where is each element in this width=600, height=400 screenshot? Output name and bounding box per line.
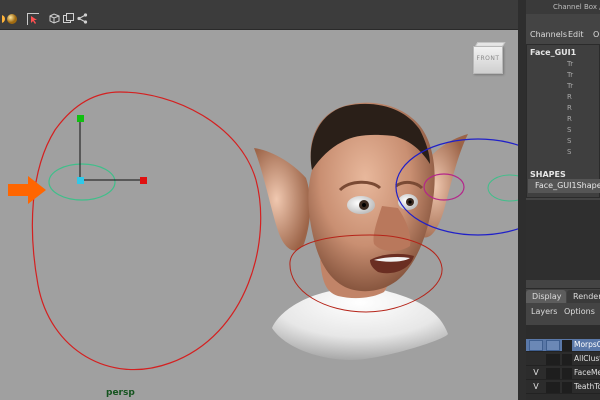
select-icon[interactable] <box>27 13 39 25</box>
layer-display-type-toggle[interactable] <box>546 382 560 393</box>
channel-list: Face_GUI1 Tr Tr Tr R R R S S S SHAPES Fa… <box>526 44 600 198</box>
layer-name: FaceMe <box>574 368 600 377</box>
layer-visibility-toggle[interactable]: V <box>529 382 543 393</box>
layer-row[interactable]: V FaceMe <box>526 367 600 380</box>
layer-row[interactable]: MorpsC <box>526 339 600 352</box>
layer-visibility-toggle[interactable] <box>529 340 543 351</box>
layer-editor: Display Render Layers Options MorpsC All… <box>526 288 600 400</box>
layer-row[interactable]: AllClust <box>526 353 600 366</box>
layer-color-swatch[interactable] <box>562 354 572 365</box>
attribute-row[interactable]: S <box>567 126 571 134</box>
channel-box-empty-area <box>526 200 600 280</box>
panel-splitter[interactable] <box>518 0 526 400</box>
attribute-row[interactable]: R <box>567 104 572 112</box>
layer-display-type-toggle[interactable] <box>546 354 560 365</box>
layer-color-swatch[interactable] <box>562 382 572 393</box>
shape-node-row[interactable]: Face_GUI1Shape <box>528 179 600 193</box>
layer-name: MorpsC <box>574 340 600 349</box>
menu-edit[interactable]: Edit <box>568 30 584 39</box>
layer-display-type-toggle[interactable] <box>546 368 560 379</box>
maya-window: FRONT persp Channel Box / L Channels Edi… <box>0 0 600 400</box>
layer-row[interactable]: V TeathTo <box>526 381 600 394</box>
cube-icon[interactable] <box>49 13 61 25</box>
attribute-row[interactable]: Tr <box>567 71 573 79</box>
perspective-viewport[interactable]: FRONT persp <box>0 30 518 400</box>
toolbar <box>0 0 520 30</box>
tab-render[interactable]: Render <box>567 290 600 303</box>
layer-color-swatch[interactable] <box>562 340 572 351</box>
channel-box-panel: Channel Box / L Channels Edit Ol Face_GU… <box>526 0 600 290</box>
eye-rig-right-ring[interactable] <box>487 174 518 202</box>
tab-display[interactable]: Display <box>526 290 566 303</box>
layer-color-swatch[interactable] <box>562 368 572 379</box>
group-icon[interactable] <box>63 13 75 25</box>
attribute-row[interactable]: R <box>567 115 572 123</box>
shapes-header: SHAPES <box>530 170 566 179</box>
menu-layers[interactable]: Layers <box>531 307 557 316</box>
share-icon[interactable] <box>77 13 89 25</box>
layer-visibility-toggle[interactable] <box>529 354 543 365</box>
menu-object[interactable]: Ol <box>593 30 600 39</box>
viewcube[interactable]: FRONT <box>473 42 506 76</box>
orange-arrow-icon <box>8 176 46 204</box>
layer-name: AllClust <box>574 354 600 363</box>
channel-box-menu: Channels Edit Ol <box>526 30 600 42</box>
layer-visibility-toggle[interactable]: V <box>529 368 543 379</box>
layer-tabs: Display Render <box>526 289 600 303</box>
x-axis-handle[interactable] <box>140 177 147 184</box>
menu-channels[interactable]: Channels <box>530 30 567 39</box>
layer-display-type-toggle[interactable] <box>546 340 560 351</box>
y-axis-handle[interactable] <box>77 115 84 122</box>
channel-box-title: Channel Box / L <box>526 0 600 14</box>
scene-canvas[interactable] <box>0 30 518 400</box>
menu-options[interactable]: Options <box>564 307 595 316</box>
object-name[interactable]: Face_GUI1 <box>530 48 576 57</box>
attribute-row[interactable]: Tr <box>567 60 573 68</box>
character-left-ear <box>254 148 311 251</box>
viewcube-label: FRONT <box>476 55 500 62</box>
attribute-row[interactable]: S <box>567 148 571 156</box>
face-gui-curve[interactable] <box>31 91 262 371</box>
sphere-icon[interactable] <box>6 13 18 25</box>
attribute-row[interactable]: S <box>567 137 571 145</box>
camera-label: persp <box>106 388 135 398</box>
layer-list: MorpsC AllClust V FaceMe V TeathTo <box>526 325 600 400</box>
layer-name: TeathTo <box>574 382 600 391</box>
character-torso <box>272 288 448 360</box>
pivot-handle[interactable] <box>77 177 84 184</box>
attribute-row[interactable]: Tr <box>567 82 573 90</box>
attribute-row[interactable]: R <box>567 93 572 101</box>
